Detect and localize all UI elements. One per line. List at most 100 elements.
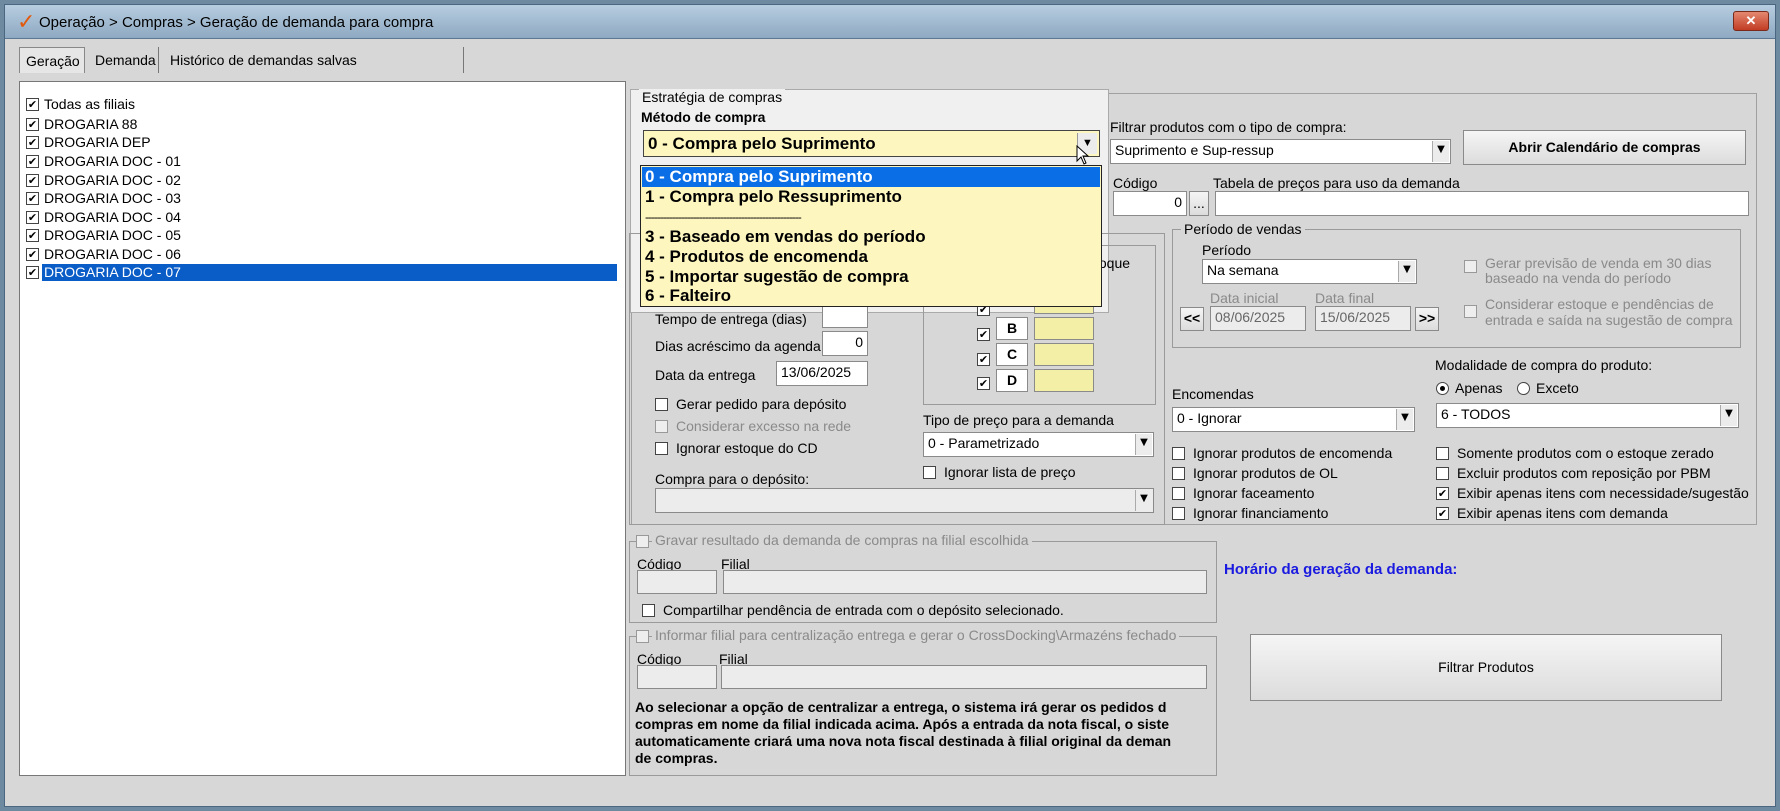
gravar-checkbox[interactable] xyxy=(636,535,649,548)
app-logo-icon: ✓ xyxy=(17,10,36,35)
excluir-pbm-label: Excluir produtos com reposição por PBM xyxy=(1457,465,1711,481)
tabela-precos-input[interactable] xyxy=(1215,191,1749,216)
codigo-lookup-button[interactable]: ... xyxy=(1189,191,1209,216)
chevron-down-icon: ▼ xyxy=(1135,490,1152,511)
gerar-pedido-label: Gerar pedido para depósito xyxy=(676,396,847,412)
dias-acrescimo-input[interactable]: 0 xyxy=(822,331,868,356)
tipo-preco-select[interactable]: 0 - Parametrizado ▼ xyxy=(923,432,1154,457)
gravar-codigo-input[interactable] xyxy=(637,570,717,594)
centralizar-filial-input[interactable] xyxy=(721,665,1207,689)
tab-demanda[interactable]: Demanda xyxy=(89,47,159,73)
metodo-option[interactable]: 3 - Baseado em vendas do período xyxy=(642,227,1100,247)
filial-checkbox[interactable]: ✔ xyxy=(26,266,39,279)
chevron-down-icon: ▼ xyxy=(1135,434,1152,455)
tipo-compra-label: Filtrar produtos com o tipo de compra: xyxy=(1110,119,1347,135)
tempo-entrega-label: Tempo de entrega (dias) xyxy=(655,311,807,327)
codigo-label: Código xyxy=(1113,175,1158,191)
centralizar-info: Ao selecionar a opção de centralizar a e… xyxy=(635,699,1213,767)
data-final-input[interactable]: 15/06/2025 xyxy=(1315,306,1411,331)
apenas-radio[interactable] xyxy=(1436,382,1449,395)
exceto-radio[interactable] xyxy=(1517,382,1530,395)
filial-name: DROGARIA DOC - 04 xyxy=(44,209,181,225)
filial-name: DROGARIA DOC - 07 xyxy=(42,264,617,281)
encomendas-select[interactable]: 0 - Ignorar ▼ xyxy=(1172,407,1415,432)
metodo-value: 0 - Compra pelo Suprimento xyxy=(648,134,876,153)
metodo-option-separator: ----------------------------------------… xyxy=(645,210,802,224)
horario-label: Horário da geração da demanda: xyxy=(1224,561,1458,578)
gerar-previsao-checkbox[interactable] xyxy=(1464,260,1477,273)
filial-checkbox[interactable]: ✔ xyxy=(26,136,39,149)
gerar-pedido-checkbox[interactable] xyxy=(655,398,668,411)
curva-checkbox[interactable]: ✔ xyxy=(977,353,990,366)
curva-value-input[interactable] xyxy=(1034,317,1094,340)
filial-checkbox[interactable]: ✔ xyxy=(26,192,39,205)
info-line: Ao selecionar a opção de centralizar a e… xyxy=(635,699,1167,715)
centralizar-checkbox[interactable] xyxy=(636,630,649,643)
prev-period-button[interactable]: << xyxy=(1180,307,1204,331)
curva-checkbox[interactable]: ✔ xyxy=(977,328,990,341)
ignorar-encomenda-label: Ignorar produtos de encomenda xyxy=(1193,445,1393,461)
data-inicial-label: Data inicial xyxy=(1210,290,1279,306)
ignorar-encomenda-checkbox[interactable] xyxy=(1172,447,1185,460)
considerar-excesso-label: Considerar excesso na rede xyxy=(676,418,852,434)
filtrar-produtos-button[interactable]: Filtrar Produtos xyxy=(1250,634,1722,701)
gerar-previsao-label: Gerar previsão de venda em 30 dias xyxy=(1485,255,1712,271)
mouse-cursor-icon xyxy=(1076,145,1090,165)
filiais-panel: ✔ Todas as filiais ✔ DROGARIA 88 ✔ DROGARI… xyxy=(19,81,626,776)
ignorar-lista-checkbox[interactable] xyxy=(923,466,936,479)
abrir-calendario-button[interactable]: Abrir Calendário de compras xyxy=(1463,130,1746,165)
filial-checkbox[interactable]: ✔ xyxy=(26,118,39,131)
filial-checkbox[interactable]: ✔ xyxy=(26,211,39,224)
considerar-excesso-checkbox[interactable] xyxy=(655,420,668,433)
estoque-zerado-checkbox[interactable] xyxy=(1436,447,1449,460)
encomendas-label: Encomendas xyxy=(1172,386,1254,402)
dias-acrescimo-label: Dias acréscimo da agenda xyxy=(655,338,821,354)
codigo-input[interactable]: 0 xyxy=(1113,191,1187,216)
ignorar-ol-checkbox[interactable] xyxy=(1172,467,1185,480)
filial-name: DROGARIA 88 xyxy=(44,116,138,132)
apenas-label: Apenas xyxy=(1455,380,1503,396)
exibir-demanda-checkbox[interactable]: ✔ xyxy=(1436,507,1449,520)
curva-letter: C xyxy=(996,343,1028,366)
estoque-zerado-label: Somente produtos com o estoque zerado xyxy=(1457,445,1714,461)
metodo-option[interactable]: 5 - Importar sugestão de compra xyxy=(642,267,1100,287)
periodo-label: Período xyxy=(1202,242,1252,258)
curva-value-input[interactable] xyxy=(1034,369,1094,392)
tab-geracao[interactable]: Geração xyxy=(19,47,85,73)
modalidade-select[interactable]: 6 - TODOS ▼ xyxy=(1436,403,1739,428)
compra-deposito-select[interactable]: ▼ xyxy=(655,488,1154,513)
ignorar-estoque-cd-checkbox[interactable] xyxy=(655,442,668,455)
ignorar-faceamento-checkbox[interactable] xyxy=(1172,487,1185,500)
ignorar-financiamento-checkbox[interactable] xyxy=(1172,507,1185,520)
tipo-compra-value: Suprimento e Sup-ressup xyxy=(1115,142,1274,158)
metodo-select[interactable]: 0 - Compra pelo Suprimento ▼ xyxy=(643,130,1100,157)
centralizar-codigo-input[interactable] xyxy=(637,665,717,689)
metodo-option[interactable]: 0 - Compra pelo Suprimento xyxy=(642,167,1100,187)
close-button[interactable]: ✕ xyxy=(1733,11,1769,31)
gravar-filial-input[interactable] xyxy=(723,570,1207,594)
metodo-option[interactable]: 6 - Falteiro xyxy=(642,286,1100,306)
metodo-option[interactable]: 4 - Produtos de encomenda xyxy=(642,247,1100,267)
gravar-title: Gravar resultado da demanda de compras n… xyxy=(652,532,1032,548)
tipo-compra-select[interactable]: Suprimento e Sup-ressup ▼ xyxy=(1110,139,1451,164)
considerar-estoque-checkbox[interactable] xyxy=(1464,305,1477,318)
curva-value-input[interactable] xyxy=(1034,343,1094,366)
next-period-button[interactable]: >> xyxy=(1415,307,1439,331)
window-title: Operação > Compras > Geração de demanda … xyxy=(39,14,434,31)
compartilhar-checkbox[interactable] xyxy=(642,604,655,617)
exibir-necessidade-checkbox[interactable]: ✔ xyxy=(1436,487,1449,500)
filial-checkbox[interactable]: ✔ xyxy=(26,155,39,168)
data-inicial-input[interactable]: 08/06/2025 xyxy=(1210,306,1306,331)
todas-filiais-checkbox[interactable]: ✔ xyxy=(26,98,39,111)
filial-checkbox[interactable]: ✔ xyxy=(26,229,39,242)
tab-historico[interactable]: Histórico de demandas salvas temporariam… xyxy=(164,47,464,94)
curva-checkbox[interactable]: ✔ xyxy=(977,377,990,390)
data-entrega-input[interactable]: 13/06/2025 xyxy=(776,361,868,386)
filial-checkbox[interactable]: ✔ xyxy=(26,174,39,187)
periodo-select[interactable]: Na semana ▼ xyxy=(1202,259,1417,284)
exceto-label: Exceto xyxy=(1536,380,1579,396)
excluir-pbm-checkbox[interactable] xyxy=(1436,467,1449,480)
metodo-option[interactable]: 1 - Compra pelo Ressuprimento xyxy=(642,187,1100,207)
tipo-preco-label: Tipo de preço para a demanda xyxy=(923,412,1114,428)
filial-checkbox[interactable]: ✔ xyxy=(26,248,39,261)
